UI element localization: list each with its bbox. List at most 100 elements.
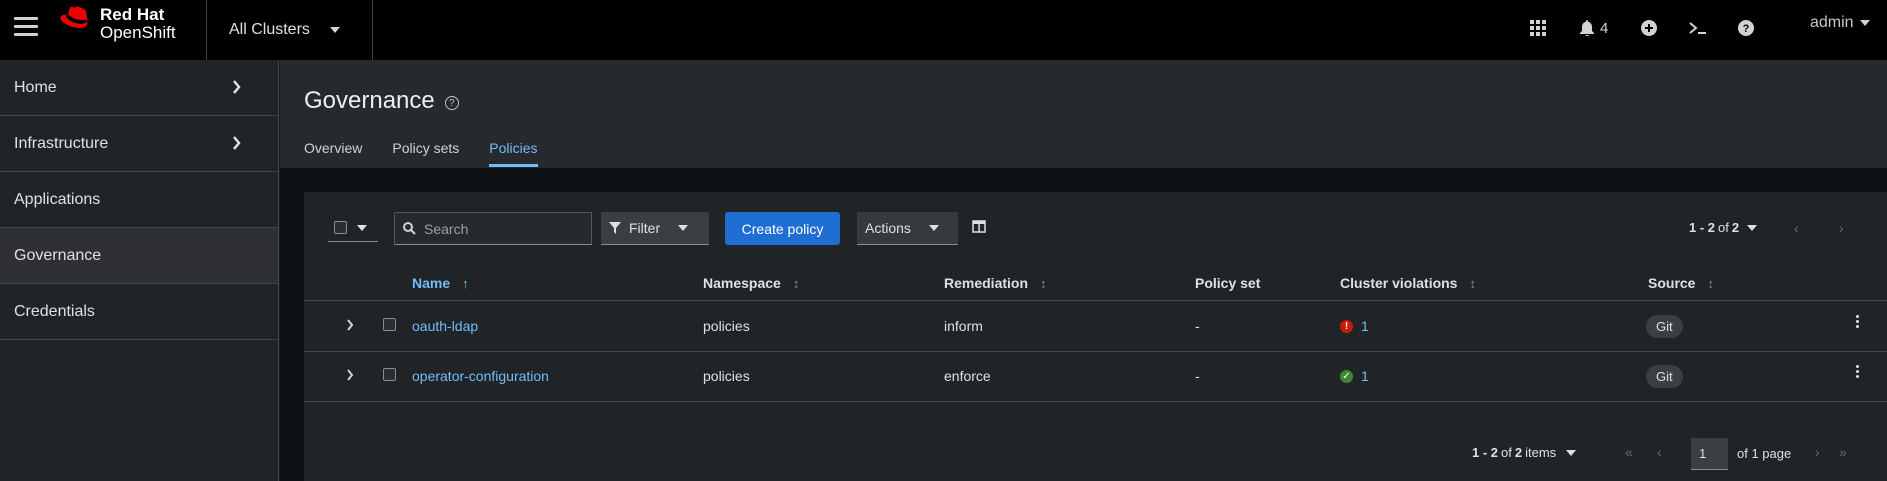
sidebar-item-applications[interactable]: Applications — [0, 172, 278, 228]
brand-line1: Red Hat — [100, 5, 165, 24]
bell-icon — [1580, 20, 1594, 36]
items-total: 2 — [1514, 445, 1523, 460]
brand-line2: OpenShift — [100, 23, 176, 42]
column-header-name[interactable]: Name ↑ — [412, 275, 469, 291]
sidebar-item-label: Credentials — [14, 302, 95, 320]
namespace-cell: policies — [703, 318, 750, 334]
violations-count-link[interactable]: 1 — [1361, 368, 1369, 384]
of-pages-label: of 1 page — [1737, 446, 1792, 461]
pagination-toggle[interactable]: 1 - 2 of 2 — [1689, 220, 1758, 235]
policy-set-cell: - — [1195, 318, 1200, 334]
bulk-select-dropdown[interactable] — [328, 214, 378, 242]
items-of: of — [1501, 445, 1512, 460]
sidebar-item-credentials[interactable]: Credentials — [0, 284, 278, 340]
tabs: Overview Policy sets Policies — [304, 140, 568, 167]
policy-name-link[interactable]: operator-configuration — [412, 368, 549, 384]
items-per-page-toggle[interactable]: 1 - 2 of 2 items — [1472, 445, 1577, 460]
sidebar-item-home[interactable]: Home — [0, 60, 278, 116]
sidebar-item-label: Home — [14, 78, 57, 96]
chevron-right-icon — [233, 136, 241, 150]
bottom-pagination: 1 - 2 of 2 items « ‹ 1 of 1 page › » — [304, 434, 1887, 474]
caret-down-icon — [1566, 449, 1577, 456]
filter-dropdown[interactable]: Filter — [601, 212, 709, 245]
violations-count-link[interactable]: 1 — [1361, 318, 1369, 334]
manage-columns-icon[interactable] — [972, 220, 986, 233]
cluster-violations-cell: ✓ 1 — [1340, 368, 1369, 384]
row-checkbox[interactable] — [383, 318, 396, 331]
previous-page-icon[interactable]: ‹ — [1794, 220, 1799, 236]
sidebar-item-infrastructure[interactable]: Infrastructure — [0, 116, 278, 172]
help-icon[interactable]: ? — [1738, 16, 1754, 40]
terminal-icon[interactable] — [1689, 16, 1707, 40]
namespace-cell: policies — [703, 368, 750, 384]
sort-icon: ↕ — [1469, 275, 1476, 291]
table-header: Name ↑ Namespace ↕ Remediation ↕ Policy … — [304, 264, 1887, 301]
tab-policy-sets[interactable]: Policy sets — [392, 140, 459, 167]
page-header: Governance ? Overview Policy sets Polici… — [280, 60, 1887, 168]
policy-set-cell: - — [1195, 368, 1200, 384]
items-range: 1 - 2 — [1472, 445, 1499, 460]
previous-page-icon[interactable]: ‹ — [1657, 444, 1662, 460]
page-title: Governance — [304, 87, 435, 114]
user-name: admin — [1810, 14, 1854, 31]
add-plus-icon[interactable] — [1641, 16, 1657, 40]
search-input[interactable] — [424, 220, 574, 237]
hamburger-menu-icon[interactable] — [14, 17, 38, 41]
expand-row-icon[interactable] — [346, 369, 354, 381]
sidebar-item-label: Infrastructure — [14, 134, 109, 152]
column-header-source[interactable]: Source ↕ — [1648, 275, 1714, 291]
column-header-cluster-violations[interactable]: Cluster violations ↕ — [1340, 275, 1476, 291]
column-header-remediation[interactable]: Remediation ↕ — [944, 275, 1047, 291]
bulk-select-checkbox[interactable] — [334, 221, 347, 234]
items-word: items — [1525, 445, 1557, 460]
notifications-button[interactable]: 4 — [1580, 16, 1608, 40]
expand-row-icon[interactable] — [346, 319, 354, 331]
caret-down-icon — [329, 27, 340, 33]
last-page-icon[interactable]: » — [1839, 444, 1847, 460]
remediation-cell: inform — [944, 318, 983, 334]
sort-icon: ↕ — [1040, 275, 1047, 291]
svg-text:?: ? — [1743, 23, 1750, 35]
caret-down-icon — [928, 225, 939, 231]
table-row: operator-configuration policies enforce … — [304, 352, 1887, 402]
masthead: Red Hat OpenShift All Clusters 4 ? admin — [0, 0, 1887, 60]
first-page-icon[interactable]: « — [1625, 444, 1633, 460]
cluster-violations-cell: ! 1 — [1340, 318, 1369, 334]
pagination-range: 1 - 2 — [1689, 220, 1716, 235]
next-page-icon[interactable]: › — [1815, 444, 1820, 460]
source-badge: Git — [1646, 365, 1683, 388]
cluster-switcher-label: All Clusters — [229, 21, 310, 38]
sidebar-item-governance[interactable]: Governance — [0, 228, 278, 284]
remediation-cell: enforce — [944, 368, 991, 384]
pagination-of: of — [1718, 220, 1729, 235]
actions-dropdown[interactable]: Actions — [857, 212, 958, 245]
pagination-total: 2 — [1731, 220, 1740, 235]
row-checkbox[interactable] — [383, 368, 396, 381]
sidebar-item-label: Governance — [14, 246, 102, 264]
policies-table-card: Filter Create policy Actions 1 - 2 of 2 … — [304, 192, 1887, 481]
sort-icon: ↕ — [1707, 275, 1714, 291]
row-actions-kebab-icon[interactable] — [1853, 365, 1861, 380]
page-number-input[interactable]: 1 — [1691, 438, 1728, 470]
tab-overview[interactable]: Overview — [304, 140, 362, 167]
filter-icon — [609, 222, 621, 234]
sidebar: Home Infrastructure Applications Governa… — [0, 60, 279, 481]
next-page-icon[interactable]: › — [1839, 220, 1844, 236]
tab-policies[interactable]: Policies — [489, 140, 538, 167]
cluster-switcher[interactable]: All Clusters — [206, 0, 373, 60]
user-menu[interactable]: admin — [1810, 14, 1870, 32]
caret-down-icon — [1859, 20, 1870, 26]
caret-down-icon — [1747, 224, 1758, 231]
caret-down-icon — [357, 224, 367, 231]
column-header-namespace[interactable]: Namespace ↕ — [703, 275, 799, 291]
policy-name-link[interactable]: oauth-ldap — [412, 318, 478, 334]
app-launcher-grid-icon[interactable] — [1530, 16, 1546, 40]
exclamation-circle-icon: ! — [1340, 319, 1353, 333]
create-policy-button[interactable]: Create policy — [725, 212, 840, 245]
brand-logo[interactable]: Red Hat OpenShift — [60, 6, 176, 42]
search-icon — [403, 222, 416, 235]
help-circle-icon[interactable]: ? — [444, 96, 459, 110]
row-actions-kebab-icon[interactable] — [1853, 315, 1861, 330]
table-row: oauth-ldap policies inform - ! 1 Git — [304, 302, 1887, 352]
notifications-count: 4 — [1600, 19, 1609, 37]
